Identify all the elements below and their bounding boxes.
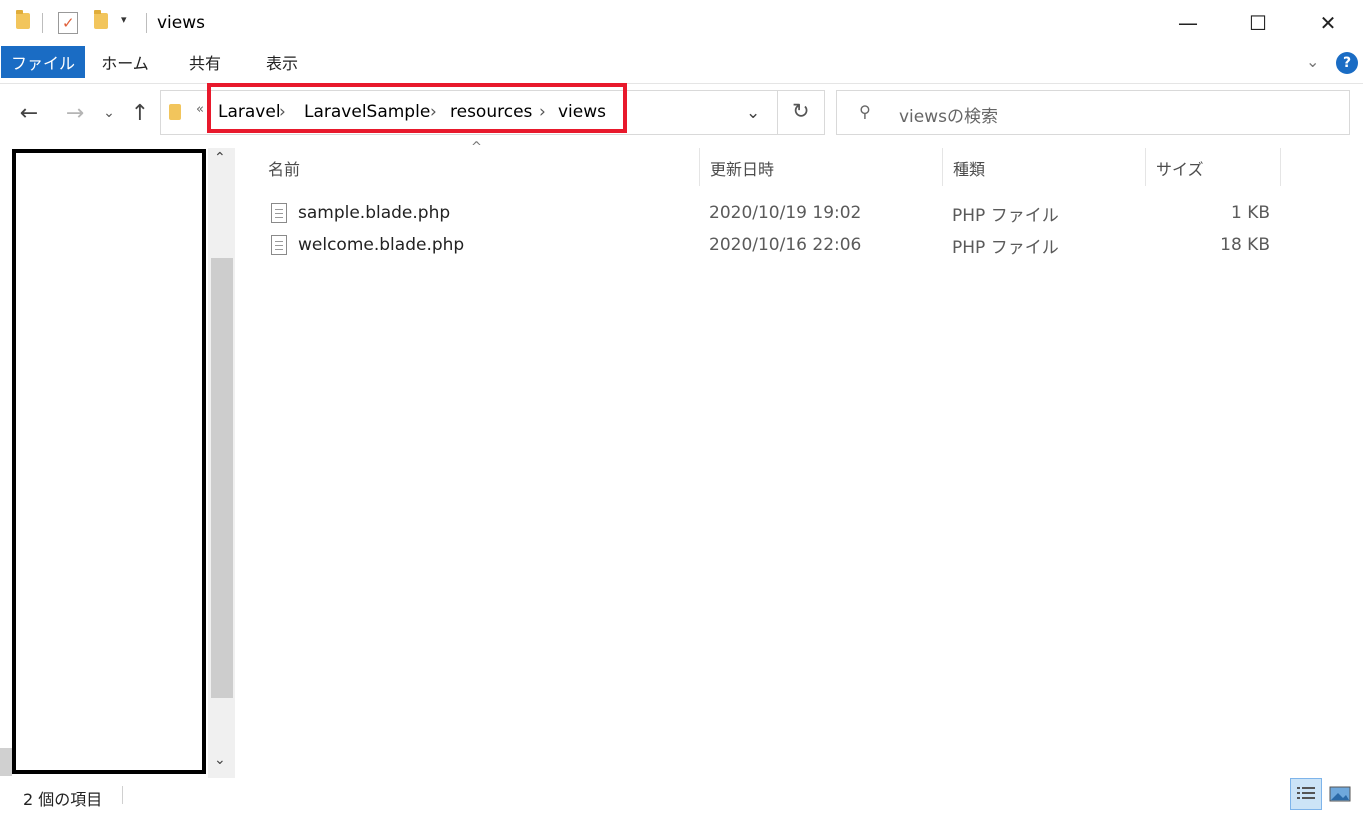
file-name: sample.blade.php bbox=[298, 203, 451, 223]
folder-icon bbox=[16, 10, 30, 29]
file-size: 1 KB bbox=[1230, 203, 1270, 223]
close-button[interactable]: ✕ bbox=[1293, 0, 1363, 46]
file-type: PHP ファイル bbox=[952, 205, 1059, 226]
column-divider[interactable] bbox=[1145, 148, 1146, 186]
new-folder-icon[interactable] bbox=[94, 10, 108, 29]
recent-locations-icon[interactable]: ⌄ bbox=[100, 102, 118, 124]
column-header-name[interactable]: 名前 bbox=[268, 150, 688, 186]
large-icons-view-button[interactable] bbox=[1324, 778, 1356, 810]
file-size: 18 KB bbox=[1220, 235, 1270, 255]
tab-view[interactable]: 表示 bbox=[252, 46, 312, 78]
properties-icon[interactable]: ✓ bbox=[58, 12, 78, 34]
scroll-up-icon[interactable]: ⌃ bbox=[214, 150, 226, 166]
php-file-icon bbox=[271, 203, 287, 223]
address-dropdown-icon[interactable]: ⌄ bbox=[746, 103, 760, 123]
tab-share[interactable]: 共有 bbox=[176, 46, 234, 78]
folder-icon bbox=[169, 104, 181, 120]
ribbon: ファイル ホーム 共有 表示 ⌄ ? bbox=[0, 46, 1363, 84]
minimize-button[interactable]: — bbox=[1153, 0, 1223, 46]
file-row[interactable]: sample.blade.php 2020/10/19 19:02 PHP ファ… bbox=[262, 197, 1282, 229]
scroll-down-icon[interactable]: ⌄ bbox=[214, 752, 226, 768]
search-icon: ⚲ bbox=[859, 102, 871, 121]
column-divider[interactable] bbox=[699, 148, 700, 186]
column-header-type[interactable]: 種類 bbox=[953, 150, 1138, 186]
scroll-thumb[interactable] bbox=[211, 258, 233, 698]
separator bbox=[42, 13, 43, 33]
file-modified: 2020/10/19 19:02 bbox=[709, 203, 862, 223]
item-count: 2 個の項目 bbox=[23, 790, 103, 809]
tab-file[interactable]: ファイル bbox=[1, 46, 85, 78]
refresh-icon[interactable]: ↻ bbox=[792, 99, 810, 123]
separator bbox=[146, 13, 147, 33]
back-arrow-icon[interactable]: ← bbox=[14, 99, 44, 127]
title-bar: ✓ ▾ views — ☐ ✕ bbox=[0, 0, 1363, 46]
navigation-pane[interactable] bbox=[12, 149, 206, 774]
php-file-icon bbox=[271, 235, 287, 255]
highlight-box bbox=[207, 83, 627, 133]
search-placeholder[interactable]: viewsの検索 bbox=[899, 102, 998, 127]
column-header-modified[interactable]: 更新日時 bbox=[710, 150, 935, 186]
maximize-button[interactable]: ☐ bbox=[1223, 0, 1293, 46]
horizontal-scroll-fragment bbox=[0, 748, 12, 776]
window-title: views bbox=[157, 13, 206, 33]
forward-arrow-icon[interactable]: → bbox=[60, 99, 90, 127]
search-box[interactable]: ⚲ viewsの検索 bbox=[836, 90, 1350, 135]
status-bar: 2 個の項目 bbox=[0, 778, 1363, 813]
expand-ribbon-icon[interactable]: ⌄ bbox=[1306, 52, 1319, 71]
file-type: PHP ファイル bbox=[952, 237, 1059, 258]
column-header-size[interactable]: サイズ bbox=[1156, 150, 1274, 186]
separator bbox=[777, 91, 778, 134]
up-arrow-icon[interactable]: ↑ bbox=[126, 99, 154, 127]
tab-home[interactable]: ホーム bbox=[94, 46, 156, 78]
column-divider[interactable] bbox=[1280, 148, 1281, 186]
help-button[interactable]: ? bbox=[1336, 52, 1358, 74]
file-row[interactable]: welcome.blade.php 2020/10/16 22:06 PHP フ… bbox=[262, 229, 1282, 261]
customize-qat-icon[interactable]: ▾ bbox=[121, 13, 127, 26]
separator bbox=[122, 786, 123, 804]
large-icons-view-icon bbox=[1329, 786, 1351, 802]
overflow-icon[interactable]: « bbox=[196, 102, 204, 117]
file-name: welcome.blade.php bbox=[298, 235, 465, 255]
column-divider[interactable] bbox=[942, 148, 943, 186]
details-view-button[interactable] bbox=[1290, 778, 1322, 810]
details-view-icon bbox=[1297, 787, 1315, 799]
file-modified: 2020/10/16 22:06 bbox=[709, 235, 862, 255]
